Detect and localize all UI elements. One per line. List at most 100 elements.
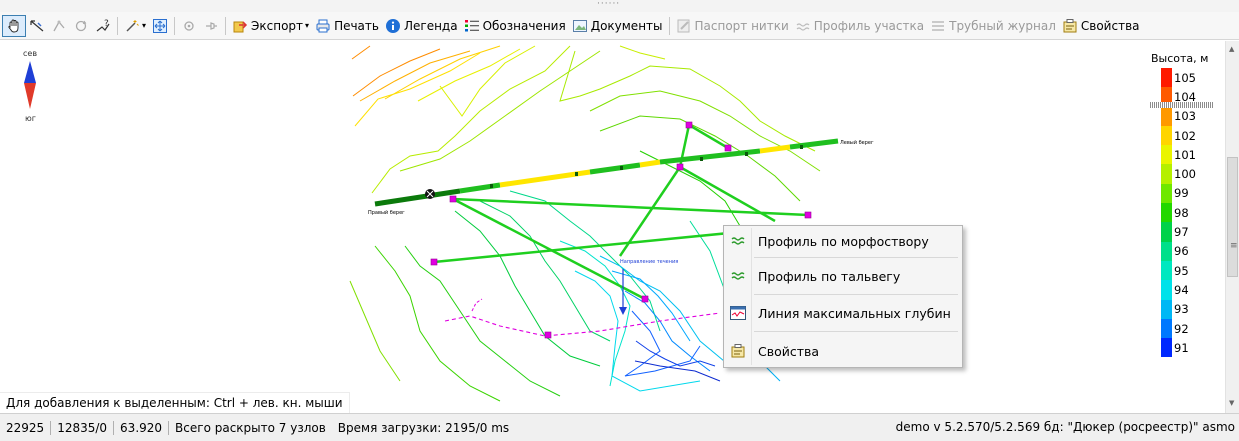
wave-icon xyxy=(796,22,810,31)
printer-icon xyxy=(316,19,330,32)
notation-label: Обозначения xyxy=(482,18,566,33)
notation-button[interactable]: Обозначения xyxy=(461,15,569,37)
legend-row: 93 xyxy=(1161,299,1196,319)
wave-icon xyxy=(728,231,748,251)
status-bar: 22925 12835/0 63.920 Всего раскрыто 7 уз… xyxy=(0,413,1239,441)
contour-line xyxy=(619,45,666,60)
legend-swatch xyxy=(1161,299,1172,319)
contour-line xyxy=(624,290,711,372)
flow-direction-label: Направление течения xyxy=(620,259,678,265)
legend-title: Высота, м xyxy=(1151,52,1209,65)
locate-button[interactable] xyxy=(178,15,200,37)
node-marker xyxy=(724,144,732,152)
node-marker xyxy=(449,195,457,203)
node-marker xyxy=(804,211,812,219)
status-scale: 63.920 xyxy=(120,420,163,435)
vertical-scrollbar[interactable]: ▲ ≡ ▼ xyxy=(1225,41,1239,413)
legend-row: 105 xyxy=(1161,68,1196,88)
query-tool-button[interactable]: ? xyxy=(92,15,114,37)
scrollbar-thumb[interactable] xyxy=(1227,157,1238,277)
legend-swatch xyxy=(1161,164,1172,184)
pin-icon xyxy=(206,21,218,30)
pin-button[interactable] xyxy=(200,15,222,37)
documents-image-icon xyxy=(572,19,587,32)
pipe-joint xyxy=(700,157,703,161)
chevron-down-icon: ▾ xyxy=(142,21,147,30)
rotate-icon xyxy=(75,20,87,31)
legend-row: 103 xyxy=(1161,106,1196,126)
scroll-down-arrow-icon[interactable]: ▼ xyxy=(1229,399,1234,407)
pipe-log-label: Трубный журнал xyxy=(949,18,1056,33)
legend-row: 102 xyxy=(1161,125,1196,146)
map-canvas[interactable]: Правый берег Левый берег Направление теч… xyxy=(0,41,1225,413)
query-pointer-icon: ? xyxy=(96,19,110,31)
properties-icon xyxy=(1063,18,1077,32)
select-tool-button[interactable]: ▾ xyxy=(121,15,149,37)
node-marker xyxy=(685,121,693,129)
main-toolbar: ? ▾ Экспорт ▾ Печать Легенда Обозначения… xyxy=(0,12,1239,40)
context-menu: Профиль по морфоствору Профиль по тальве… xyxy=(723,225,963,368)
legend-swatch xyxy=(1161,260,1172,281)
depth-chart-icon xyxy=(728,303,748,323)
legend-label: Легенда xyxy=(403,18,458,33)
passport-icon xyxy=(677,19,689,32)
node-marker xyxy=(676,163,684,171)
topo-map: Правый берег Левый берег Направление теч… xyxy=(24,45,874,402)
locate-icon xyxy=(184,20,194,31)
contour-line xyxy=(351,45,441,97)
documents-button[interactable]: Документы xyxy=(569,15,666,37)
legend-swatch xyxy=(1161,318,1172,339)
compass-north-arrow xyxy=(24,61,36,83)
scroll-up-arrow-icon[interactable]: ▲ xyxy=(1229,45,1234,53)
zoom-extent-button[interactable] xyxy=(149,15,171,37)
node-marker xyxy=(544,331,552,339)
edit-node-icon xyxy=(53,20,65,31)
print-label: Печать xyxy=(334,18,379,33)
pan-tool-button[interactable] xyxy=(2,14,26,37)
menu-item-thalweg-profile[interactable]: Профиль по тальвегу xyxy=(724,262,962,290)
legend-swatch xyxy=(1161,241,1172,261)
contour-line xyxy=(454,210,601,367)
legend-value: 91 xyxy=(1174,340,1189,355)
legend-value: 93 xyxy=(1174,302,1189,317)
node-marker xyxy=(641,295,649,303)
profile-line xyxy=(688,123,729,150)
section-profile-label: Профиль участка xyxy=(813,18,925,33)
toolbar-separator xyxy=(117,16,118,35)
profile-line xyxy=(679,165,776,223)
measure-tool-button[interactable] xyxy=(26,15,48,37)
edit-node-button[interactable] xyxy=(48,15,70,37)
export-label: Экспорт xyxy=(251,18,304,33)
legend-swatch xyxy=(1161,203,1172,223)
toolbar-separator xyxy=(668,16,670,35)
pipeline-segment xyxy=(639,159,661,168)
status-coord-x: 22925 xyxy=(6,420,45,435)
pipe-log-button[interactable]: Трубный журнал xyxy=(927,15,1059,37)
pipeline-segment xyxy=(374,188,461,207)
pipeline-segment xyxy=(459,182,501,194)
legend-button[interactable]: Легенда xyxy=(382,15,461,37)
legend-value: 92 xyxy=(1174,321,1189,336)
menu-item-properties[interactable]: Свойства xyxy=(724,337,962,365)
wave-icon xyxy=(728,266,748,286)
legend-swatch xyxy=(1161,125,1172,146)
legend-swatch xyxy=(1161,338,1172,358)
rotate-button[interactable] xyxy=(70,15,92,37)
export-button[interactable]: Экспорт ▾ xyxy=(229,15,312,37)
right-bank-label: Правый берег xyxy=(368,209,405,216)
menu-item-morph-profile[interactable]: Профиль по морфоствору xyxy=(724,227,962,255)
contour-line xyxy=(374,245,501,402)
compass-north-label: сев xyxy=(23,49,38,58)
section-profile-button[interactable]: Профиль участка xyxy=(792,15,927,37)
print-button[interactable]: Печать xyxy=(312,15,382,37)
profile-line xyxy=(452,197,646,301)
menu-item-label: Профиль по тальвегу xyxy=(758,268,901,284)
menu-item-max-depth-line[interactable]: Линия максимальных глубин xyxy=(724,299,962,327)
info-icon xyxy=(385,18,400,33)
legend-row: 97 xyxy=(1161,222,1196,242)
grip-icon: ≡ xyxy=(1230,241,1238,251)
properties-button[interactable]: Свойства xyxy=(1059,15,1143,37)
legend-value: 102 xyxy=(1174,128,1196,143)
passport-label: Паспорт нитки xyxy=(694,18,789,33)
passport-button[interactable]: Паспорт нитки xyxy=(673,15,792,37)
